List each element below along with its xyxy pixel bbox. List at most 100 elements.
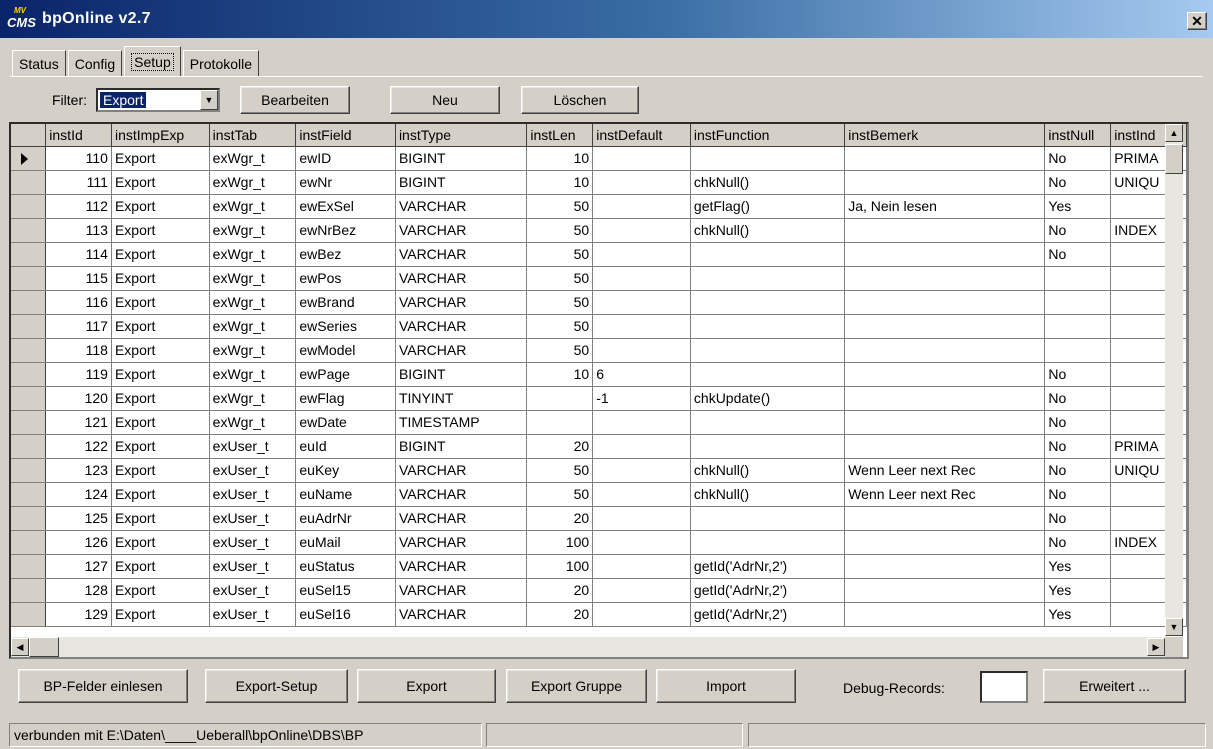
table-cell[interactable] [690, 506, 846, 531]
row-selector[interactable] [11, 338, 47, 363]
table-cell[interactable]: Export [111, 434, 210, 459]
table-cell[interactable]: ewID [295, 146, 396, 171]
table-cell[interactable]: Wenn Leer next Rec [844, 458, 1046, 483]
row-selector[interactable] [11, 602, 47, 627]
table-row[interactable]: 114 Export exWgr_t ewBez VARCHAR 50 No [11, 242, 1187, 267]
table-cell[interactable]: Export [111, 314, 210, 339]
table-cell[interactable]: ewExSel [295, 194, 396, 219]
data-grid[interactable]: instId instImpExp instTab instField instType… [9, 122, 1189, 659]
table-cell[interactable]: euStatus [295, 554, 396, 579]
table-cell[interactable]: exUser_t [209, 578, 297, 603]
table-cell[interactable]: 125 [45, 506, 112, 531]
table-cell[interactable]: exUser_t [209, 530, 297, 555]
table-cell[interactable]: BIGINT [395, 362, 528, 387]
table-cell[interactable] [844, 218, 1046, 243]
table-cell[interactable] [844, 362, 1046, 387]
table-cell[interactable]: exWgr_t [209, 410, 297, 435]
export-setup-button[interactable]: Export-Setup [205, 669, 348, 703]
table-cell[interactable]: VARCHAR [395, 554, 528, 579]
table-row[interactable]: 123 Export exUser_t euKey VARCHAR 50 chkNull()… [11, 458, 1187, 483]
vertical-scrollbar[interactable]: ▲ ▼ [1165, 124, 1183, 636]
table-cell[interactable]: ewPage [295, 362, 396, 387]
table-cell[interactable]: VARCHAR [395, 290, 528, 315]
table-cell[interactable]: chkUpdate() [690, 386, 846, 411]
table-cell[interactable]: 100 [526, 530, 594, 555]
column-header[interactable]: instLen [526, 124, 594, 147]
close-button[interactable]: ✕ [1187, 12, 1207, 30]
table-cell[interactable] [844, 578, 1046, 603]
table-cell[interactable]: exUser_t [209, 602, 297, 627]
column-header[interactable]: instNull [1044, 124, 1112, 147]
advanced-button[interactable]: Erweitert ... [1043, 669, 1186, 703]
row-selector[interactable] [11, 410, 47, 435]
table-cell[interactable]: 126 [45, 530, 112, 555]
table-cell[interactable]: 50 [526, 458, 594, 483]
row-selector[interactable] [11, 506, 47, 531]
column-header[interactable]: instDefault [592, 124, 691, 147]
table-cell[interactable]: euKey [295, 458, 396, 483]
table-cell[interactable]: 10 [526, 170, 594, 195]
table-row[interactable]: 120 Export exWgr_t ewFlag TINYINT -1 chkUpdate… [11, 386, 1187, 411]
table-cell[interactable]: 50 [526, 194, 594, 219]
table-cell[interactable]: Export [111, 386, 210, 411]
table-cell[interactable]: exWgr_t [209, 290, 297, 315]
table-row[interactable]: 115 Export exWgr_t ewPos VARCHAR 50 [11, 266, 1187, 291]
table-cell[interactable]: chkNull() [690, 458, 846, 483]
row-selector[interactable] [11, 314, 47, 339]
table-cell[interactable] [844, 530, 1046, 555]
table-cell[interactable] [844, 434, 1046, 459]
table-cell[interactable]: euSel16 [295, 602, 396, 627]
read-bp-fields-button[interactable]: BP-Felder einlesen [18, 669, 188, 703]
table-cell[interactable]: VARCHAR [395, 194, 528, 219]
table-cell[interactable]: ewModel [295, 338, 396, 363]
table-cell[interactable]: ewNr [295, 170, 396, 195]
table-cell[interactable]: 114 [45, 242, 112, 267]
table-row[interactable]: 111 Export exWgr_t ewNr BIGINT 10 chkNull() No U… [11, 170, 1187, 195]
table-cell[interactable] [592, 242, 691, 267]
table-cell[interactable]: No [1044, 530, 1112, 555]
column-header[interactable]: instBemerk [844, 124, 1046, 147]
table-cell[interactable]: VARCHAR [395, 242, 528, 267]
table-cell[interactable] [592, 602, 691, 627]
table-cell[interactable]: euAdrNr [295, 506, 396, 531]
filter-select[interactable]: Export ▼ [96, 88, 220, 112]
table-cell[interactable]: Export [111, 290, 210, 315]
table-cell[interactable] [526, 410, 594, 435]
table-cell[interactable]: exWgr_t [209, 314, 297, 339]
table-row[interactable]: 121 Export exWgr_t ewDate TIMESTAMP No [11, 410, 1187, 435]
table-cell[interactable]: ewPos [295, 266, 396, 291]
table-cell[interactable]: exWgr_t [209, 242, 297, 267]
edit-button[interactable]: Bearbeiten [240, 86, 350, 114]
table-cell[interactable]: -1 [592, 386, 691, 411]
table-cell[interactable] [844, 602, 1046, 627]
table-cell[interactable]: Export [111, 338, 210, 363]
table-cell[interactable]: exUser_t [209, 434, 297, 459]
table-cell[interactable]: getFlag() [690, 194, 846, 219]
row-selector[interactable] [11, 434, 47, 459]
table-cell[interactable]: Export [111, 530, 210, 555]
table-cell[interactable] [1044, 338, 1112, 363]
table-row[interactable]: 119 Export exWgr_t ewPage BIGINT 10 6 No [11, 362, 1187, 387]
table-cell[interactable]: Yes [1044, 194, 1112, 219]
table-cell[interactable]: No [1044, 146, 1112, 171]
table-cell[interactable]: exWgr_t [209, 266, 297, 291]
table-cell[interactable]: Export [111, 194, 210, 219]
table-cell[interactable] [690, 338, 846, 363]
table-cell[interactable] [690, 266, 846, 291]
table-cell[interactable]: Export [111, 362, 210, 387]
table-cell[interactable]: Export [111, 578, 210, 603]
tab-config[interactable]: Config [67, 50, 123, 76]
table-cell[interactable] [592, 554, 691, 579]
table-cell[interactable] [1044, 290, 1112, 315]
table-cell[interactable]: No [1044, 362, 1112, 387]
table-cell[interactable]: VARCHAR [395, 314, 528, 339]
table-cell[interactable]: 10 [526, 362, 594, 387]
table-cell[interactable]: exWgr_t [209, 386, 297, 411]
table-cell[interactable]: exWgr_t [209, 146, 297, 171]
table-cell[interactable]: ewBrand [295, 290, 396, 315]
table-cell[interactable]: 128 [45, 578, 112, 603]
table-cell[interactable] [690, 530, 846, 555]
table-cell[interactable]: BIGINT [395, 434, 528, 459]
table-cell[interactable]: 116 [45, 290, 112, 315]
table-cell[interactable]: VARCHAR [395, 578, 528, 603]
